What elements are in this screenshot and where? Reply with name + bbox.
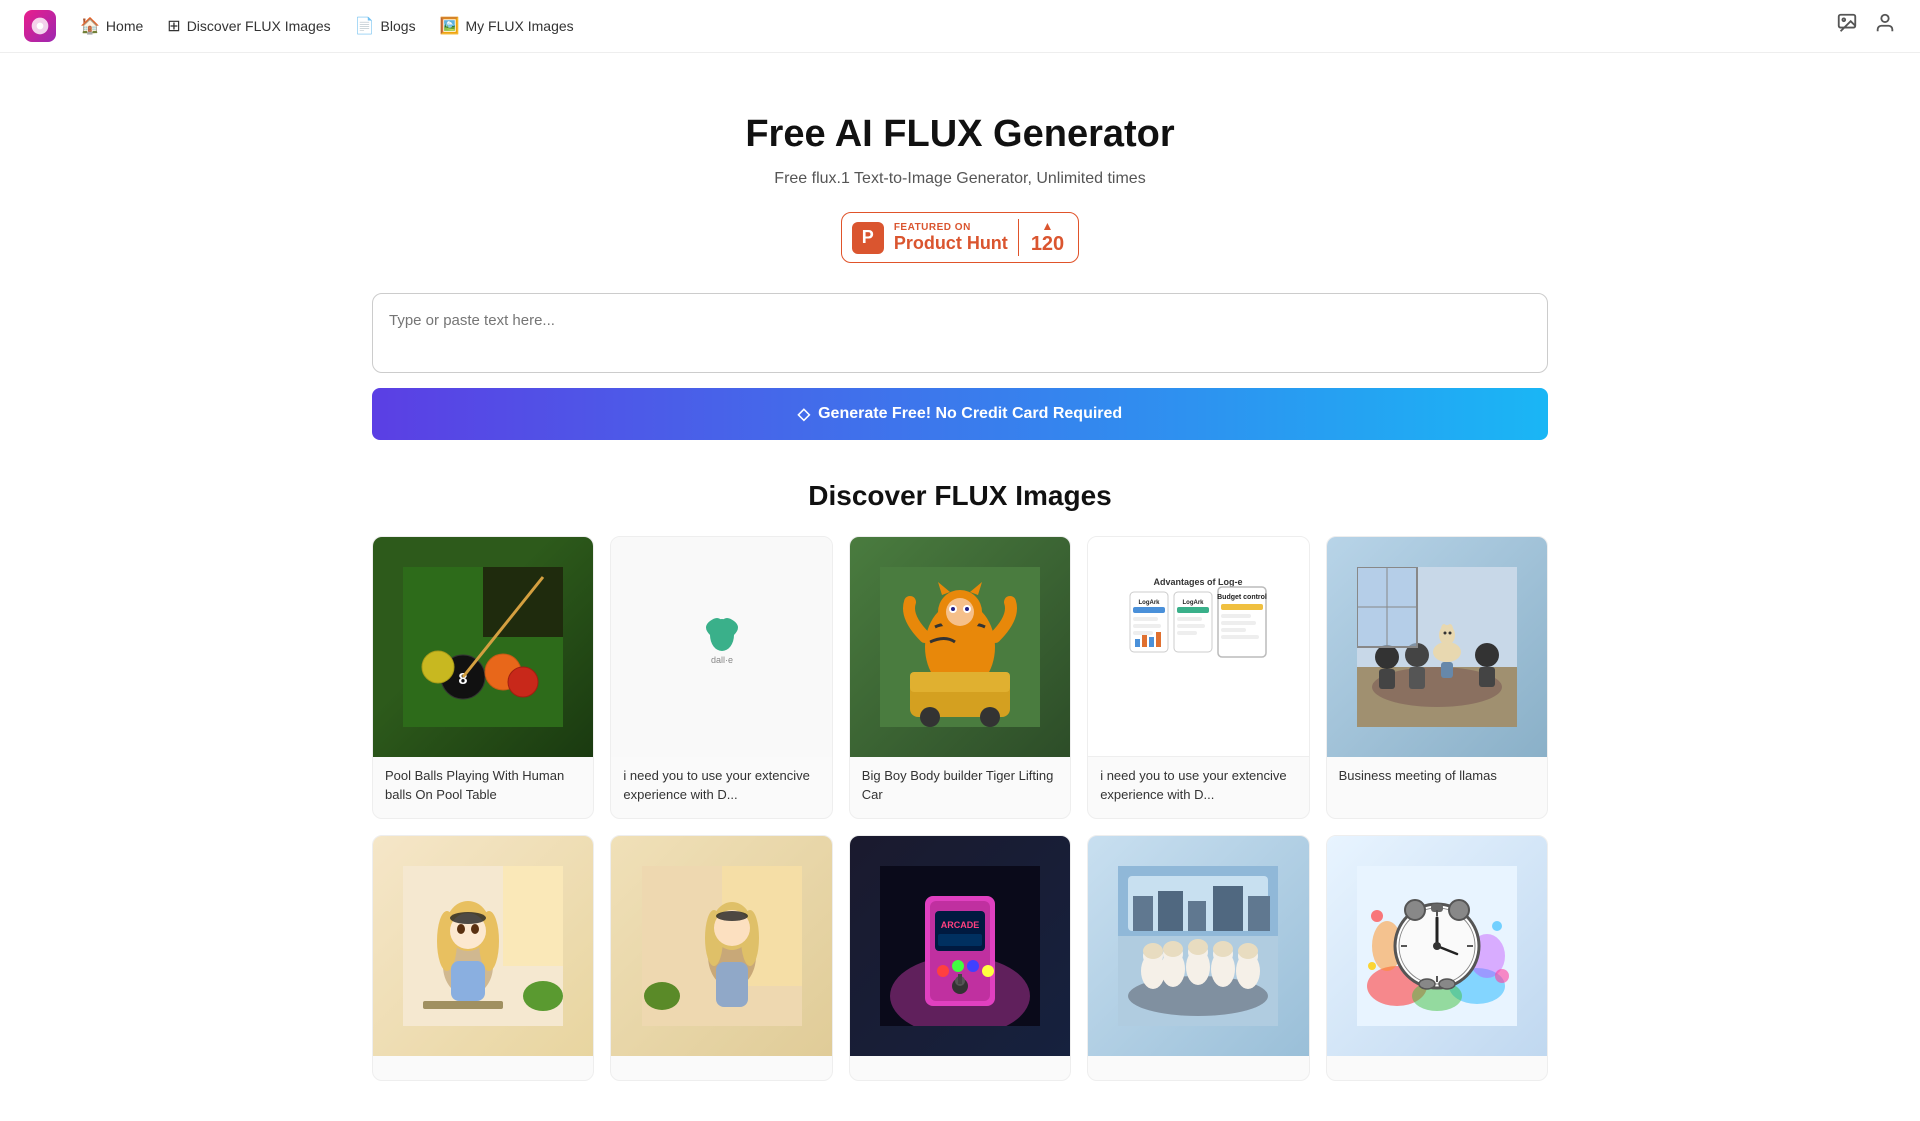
svg-text:Budget control: Budget control: [1218, 594, 1268, 601]
svg-text:Advantages of Log-e: Advantages of Log-e: [1154, 577, 1243, 587]
nav-home[interactable]: 🏠 Home: [80, 16, 143, 36]
ph-arrow-icon: ▲: [1042, 219, 1054, 233]
gallery-card-arcade[interactable]: ARCADE: [849, 835, 1071, 1081]
nav-blogs[interactable]: 📄 Blogs: [355, 16, 416, 36]
navbar: 🏠 Home ⊞ Discover FLUX Images 📄 Blogs 🖼️…: [0, 0, 1920, 53]
prompt-input[interactable]: [372, 293, 1548, 373]
ph-count: ▲ 120: [1018, 219, 1064, 256]
card-caption-anime1: [373, 1056, 593, 1080]
card-caption-arabic: [1088, 1056, 1308, 1080]
nav-blogs-label: Blogs: [381, 18, 416, 34]
card-image-pool: 8: [373, 537, 593, 757]
ph-featured-label: FEATURED ON: [894, 222, 971, 233]
logo-icon: [30, 16, 50, 36]
card-caption-loge: i need you to use your extencive experie…: [1088, 757, 1308, 817]
card-image-anime2: [611, 836, 831, 1056]
gallery-card-anime2[interactable]: [610, 835, 832, 1081]
gallery-section: Discover FLUX Images 8: [300, 480, 1620, 1121]
gallery-card-tiger[interactable]: Big Boy Body builder Tiger Lifting Car: [849, 536, 1071, 819]
svg-text:LogArk: LogArk: [1183, 600, 1205, 606]
card-caption-anime2: [611, 1056, 831, 1080]
image-search-icon[interactable]: [1836, 12, 1858, 40]
ph-text: FEATURED ON Product Hunt: [894, 222, 1008, 254]
card-caption-arcade: [850, 1056, 1070, 1080]
nav-discover[interactable]: ⊞ Discover FLUX Images: [167, 16, 330, 36]
gallery-row1: 8 Pool Balls Playing With Human balls On…: [372, 536, 1548, 819]
user-icon[interactable]: [1874, 12, 1896, 40]
nav-left: 🏠 Home ⊞ Discover FLUX Images 📄 Blogs 🖼️…: [24, 10, 574, 42]
card-image-clock: [1327, 836, 1547, 1056]
gallery-row2: ARCADE: [372, 835, 1548, 1081]
gallery-card-clock[interactable]: [1326, 835, 1548, 1081]
hero-title: Free AI FLUX Generator: [20, 113, 1900, 156]
card-image-dalle: dall·e: [611, 537, 831, 757]
card-image-arcade: ARCADE: [850, 836, 1070, 1056]
card-image-tiger: [850, 537, 1070, 757]
gallery-card-dalle[interactable]: dall·e i need you to use your extencive …: [610, 536, 832, 819]
generate-button[interactable]: ◇ Generate Free! No Credit Card Required: [372, 388, 1548, 440]
card-image-loge: Advantages of Log-e LogArk LogArk: [1088, 537, 1308, 757]
blog-icon: 📄: [355, 16, 375, 36]
myflux-icon: 🖼️: [440, 16, 460, 36]
home-icon: 🏠: [80, 16, 100, 36]
grid-icon: ⊞: [167, 16, 180, 36]
product-hunt-badge[interactable]: P FEATURED ON Product Hunt ▲ 120: [841, 212, 1079, 263]
gallery-card-pool-balls[interactable]: 8 Pool Balls Playing With Human balls On…: [372, 536, 594, 819]
gallery-card-loge[interactable]: Advantages of Log-e LogArk LogArk: [1087, 536, 1309, 819]
gallery-title: Discover FLUX Images: [372, 480, 1548, 512]
logo[interactable]: [24, 10, 56, 42]
generate-label: Generate Free! No Credit Card Required: [818, 405, 1122, 423]
card-caption-dalle: i need you to use your extencive experie…: [611, 757, 831, 817]
generate-icon: ◇: [798, 404, 810, 424]
ph-number: 120: [1031, 233, 1064, 256]
card-caption-tiger: Big Boy Body builder Tiger Lifting Car: [850, 757, 1070, 817]
ph-logo: P: [852, 222, 884, 254]
gallery-card-arabic[interactable]: [1087, 835, 1309, 1081]
card-image-llama: [1327, 537, 1547, 757]
nav-discover-label: Discover FLUX Images: [187, 18, 331, 34]
hero-section: Free AI FLUX Generator Free flux.1 Text-…: [0, 53, 1920, 293]
card-caption-llama: Business meeting of llamas: [1327, 757, 1547, 799]
nav-myflux-label: My FLUX Images: [466, 18, 574, 34]
card-image-anime1: [373, 836, 593, 1056]
nav-home-label: Home: [106, 18, 143, 34]
svg-text:LogArk: LogArk: [1139, 600, 1161, 606]
svg-text:ARCADE: ARCADE: [941, 920, 980, 930]
card-caption-clock: [1327, 1056, 1547, 1080]
gallery-card-llama[interactable]: Business meeting of llamas: [1326, 536, 1548, 819]
hero-subtitle: Free flux.1 Text-to-Image Generator, Unl…: [20, 170, 1900, 188]
generator-section: ◇ Generate Free! No Credit Card Required: [300, 293, 1620, 440]
svg-text:dall·e: dall·e: [711, 655, 733, 665]
ph-name: Product Hunt: [894, 233, 1008, 254]
nav-right: [1836, 12, 1896, 40]
card-caption-pool: Pool Balls Playing With Human balls On P…: [373, 757, 593, 817]
card-image-arabic: [1088, 836, 1308, 1056]
gallery-card-anime1[interactable]: [372, 835, 594, 1081]
nav-myflux[interactable]: 🖼️ My FLUX Images: [440, 16, 574, 36]
